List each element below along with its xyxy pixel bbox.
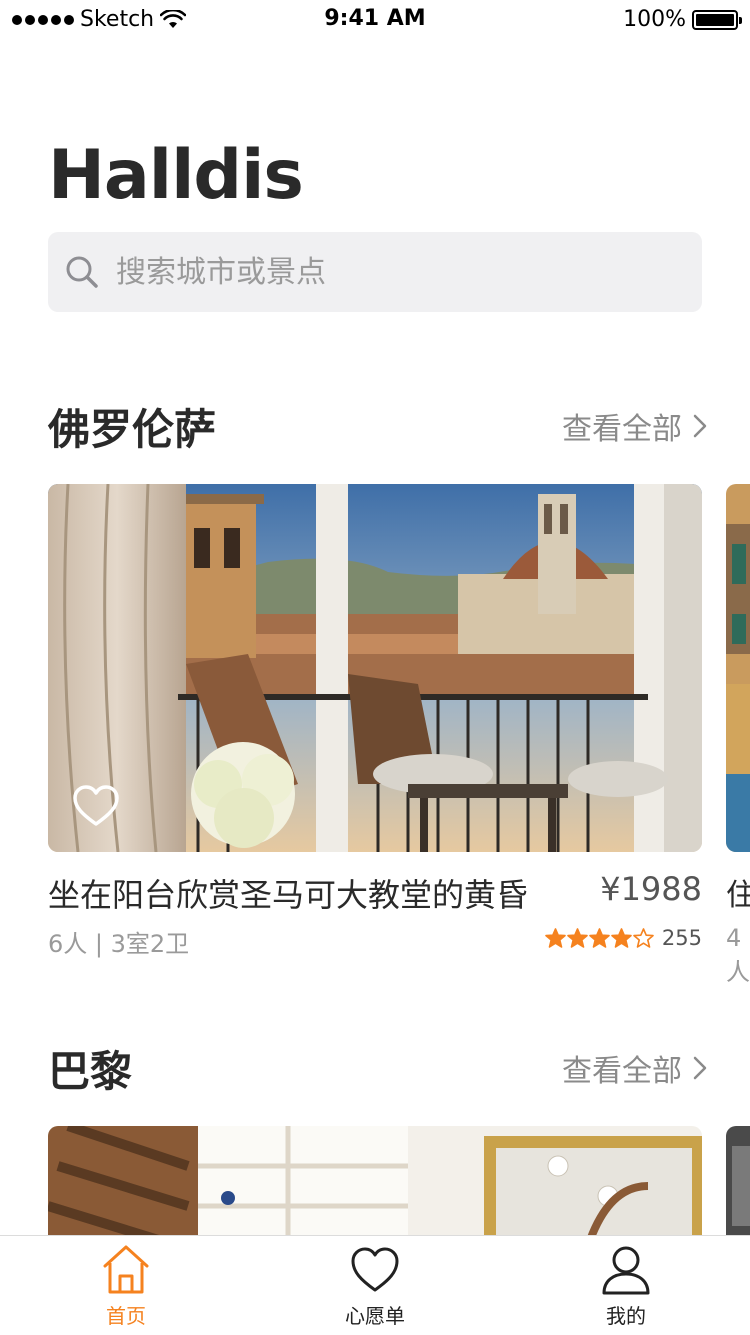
see-all-florence-button[interactable]: 查看全部 bbox=[562, 404, 708, 448]
star-icon bbox=[545, 928, 566, 948]
star-icon bbox=[611, 928, 632, 948]
listing-photo bbox=[48, 1126, 702, 1246]
favorite-heart-icon[interactable] bbox=[72, 784, 120, 828]
listing-image-peek[interactable] bbox=[726, 484, 750, 852]
review-count: 255 bbox=[661, 926, 702, 950]
home-icon bbox=[103, 1245, 149, 1294]
see-all-label: 查看全部 bbox=[562, 412, 682, 447]
search-icon bbox=[66, 256, 98, 288]
rating-stars bbox=[545, 928, 654, 948]
tab-home-label: 首页 bbox=[106, 1304, 146, 1328]
tab-profile[interactable]: 我的 bbox=[551, 1244, 701, 1329]
listing-image-florence[interactable] bbox=[48, 484, 702, 852]
app-title: Halldis bbox=[48, 136, 304, 215]
peek-listing-title[interactable]: 住 bbox=[726, 870, 750, 914]
battery-icon bbox=[692, 9, 742, 30]
listing-photo bbox=[48, 484, 702, 852]
listing-photo-peek bbox=[726, 1126, 750, 1246]
peek-listing-meta: 4人 bbox=[726, 924, 750, 986]
search-bar[interactable] bbox=[48, 232, 702, 312]
chevron-right-icon bbox=[693, 1056, 707, 1080]
tab-profile-label: 我的 bbox=[606, 1304, 646, 1328]
star-icon bbox=[567, 928, 588, 948]
heart-icon bbox=[351, 1247, 399, 1292]
battery-percent: 100% bbox=[623, 7, 686, 32]
see-all-label: 查看全部 bbox=[562, 1054, 682, 1089]
tab-wishlist[interactable]: 心愿单 bbox=[300, 1244, 450, 1329]
tab-wishlist-label: 心愿单 bbox=[345, 1304, 405, 1328]
star-icon bbox=[633, 928, 654, 948]
listing-rating: 255 bbox=[545, 926, 702, 950]
tab-bar: 首页 心愿单 我的 bbox=[0, 1235, 750, 1335]
listing-meta: 6人 | 3室2卫 bbox=[48, 930, 190, 958]
listing-title[interactable]: 坐在阳台欣赏圣马可大教堂的黄昏 bbox=[48, 870, 528, 916]
status-bar: Sketch 9:41 AM 100% bbox=[0, 0, 750, 40]
chevron-right-icon bbox=[693, 414, 707, 438]
star-icon bbox=[589, 928, 610, 948]
listing-image-peek-paris[interactable] bbox=[726, 1126, 750, 1246]
tab-home[interactable]: 首页 bbox=[51, 1244, 201, 1329]
see-all-paris-button[interactable]: 查看全部 bbox=[562, 1046, 708, 1090]
listing-photo-peek bbox=[726, 484, 750, 852]
listing-image-paris[interactable] bbox=[48, 1126, 702, 1246]
section-title-florence: 佛罗伦萨 bbox=[48, 405, 217, 454]
status-right: 100% bbox=[623, 7, 742, 32]
section-title-paris: 巴黎 bbox=[48, 1047, 133, 1096]
listing-price: ¥1988 bbox=[600, 870, 702, 908]
search-input[interactable] bbox=[114, 253, 658, 291]
person-icon bbox=[602, 1246, 650, 1295]
